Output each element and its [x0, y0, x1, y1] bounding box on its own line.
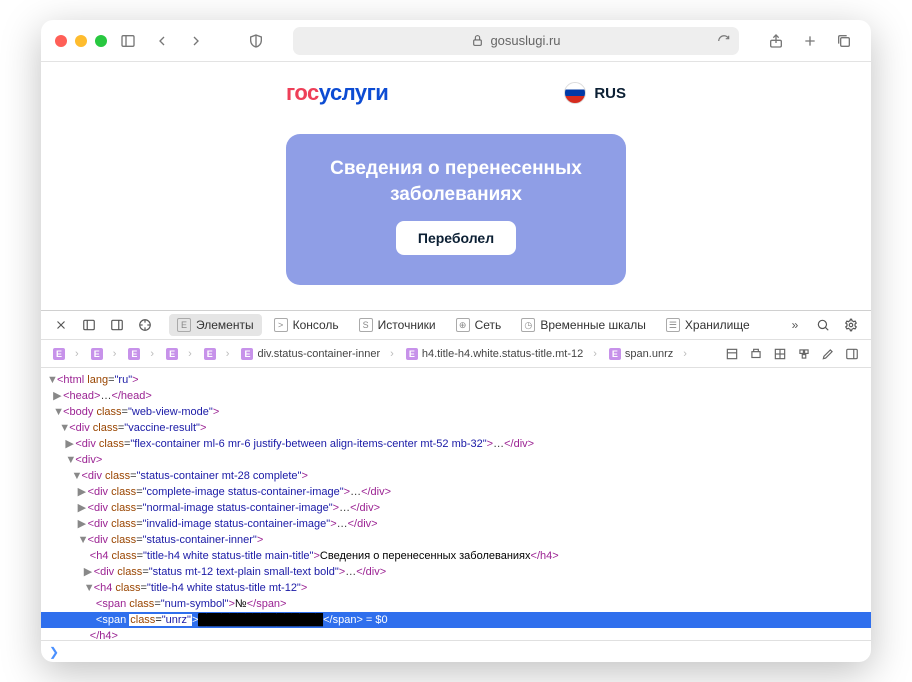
breadcrumb-item[interactable]: Eh4.title-h4.white.status-title.mt-12	[400, 348, 603, 360]
devtools-toolbar: EЭлементы >Консоль SИсточники ⊕Сеть ◷Вре…	[41, 310, 871, 340]
reload-icon[interactable]	[717, 34, 731, 48]
print-styles-icon[interactable]	[749, 347, 763, 361]
dom-breadcrumbs: E E E E E Ediv.status-container-inner Eh…	[41, 340, 871, 368]
page-content: госуслуги RUS Сведения о перенесенных за…	[41, 62, 871, 310]
classes-icon[interactable]	[797, 347, 811, 361]
breadcrumb-item[interactable]: Espan.unrz	[603, 348, 693, 360]
back-button[interactable]	[149, 28, 175, 54]
flag-ru-icon	[564, 82, 586, 104]
layout-icon[interactable]	[725, 347, 739, 361]
breadcrumb-item[interactable]: E	[160, 348, 198, 360]
tab-timeline[interactable]: ◷Временные шкалы	[513, 314, 654, 336]
console-chevron-icon: ❯	[49, 645, 59, 659]
inspect-element-button[interactable]	[133, 315, 157, 335]
breadcrumb-item[interactable]: E	[198, 348, 236, 360]
safari-titlebar: gosuslugi.ru	[41, 20, 871, 62]
search-icon[interactable]	[811, 315, 835, 335]
dock-left-button[interactable]	[77, 315, 101, 335]
close-window-button[interactable]	[55, 35, 67, 47]
gosuslugi-logo[interactable]: госуслуги	[286, 80, 388, 106]
url-bar[interactable]: gosuslugi.ru	[293, 27, 739, 55]
logo-part1: гос	[286, 80, 319, 105]
recovered-button[interactable]: Переболел	[396, 221, 516, 255]
edit-icon[interactable]	[821, 347, 835, 361]
share-button[interactable]	[763, 28, 789, 54]
tab-storage[interactable]: ☰Хранилище	[658, 314, 758, 336]
language-switch[interactable]: RUS	[564, 82, 626, 104]
lang-label: RUS	[594, 85, 626, 102]
breadcrumb-item[interactable]: E	[122, 348, 160, 360]
privacy-shield-button[interactable]	[243, 28, 269, 54]
sidebar-toggle-button[interactable]	[115, 28, 141, 54]
console-prompt[interactable]: ❯	[41, 640, 871, 662]
illness-card: Сведения о перенесенных заболеваниях Пер…	[286, 134, 626, 285]
force-state-icon[interactable]	[773, 347, 787, 361]
safari-window: gosuslugi.ru госуслуги RUS	[41, 20, 871, 662]
gear-icon[interactable]	[839, 315, 863, 335]
tab-console[interactable]: >Консоль	[266, 314, 347, 336]
forward-button[interactable]	[183, 28, 209, 54]
tab-sources[interactable]: SИсточники	[351, 314, 444, 336]
breadcrumb-item[interactable]: E	[47, 348, 85, 360]
tab-network[interactable]: ⊕Сеть	[448, 314, 510, 336]
breadcrumb-item[interactable]: E	[85, 348, 123, 360]
logo-part2: услуги	[319, 80, 389, 105]
tabs-overview-button[interactable]	[831, 28, 857, 54]
card-title-line2: заболеваниях	[390, 184, 522, 205]
url-host: gosuslugi.ru	[490, 33, 560, 48]
minimize-window-button[interactable]	[75, 35, 87, 47]
selected-dom-node[interactable]: <span class="unrz">████████████████</spa…	[41, 612, 871, 628]
close-devtools-button[interactable]	[49, 315, 73, 335]
tab-elements[interactable]: EЭлементы	[169, 314, 262, 336]
lock-icon	[471, 34, 484, 47]
details-panel-icon[interactable]	[845, 347, 859, 361]
fullscreen-window-button[interactable]	[95, 35, 107, 47]
dock-right-button[interactable]	[105, 315, 129, 335]
more-tabs-button[interactable]: »	[783, 315, 807, 335]
traffic-lights	[55, 35, 107, 47]
breadcrumb-item[interactable]: Ediv.status-container-inner	[235, 348, 399, 360]
dom-tree[interactable]: ▼<html lang="ru"> ▶<head>…</head> ▼<body…	[41, 368, 871, 640]
breadcrumb-tools	[725, 347, 865, 361]
new-tab-button[interactable]	[797, 28, 823, 54]
card-title-line1: Сведения о перенесенных	[330, 158, 582, 179]
